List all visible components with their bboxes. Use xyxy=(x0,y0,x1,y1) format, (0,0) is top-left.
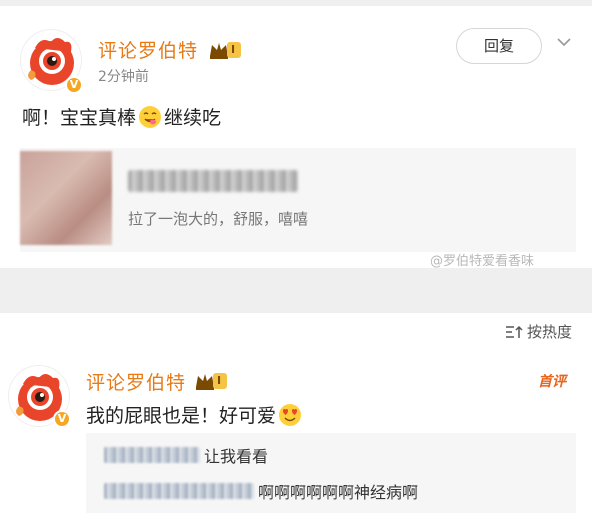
user-level-badge: I xyxy=(208,40,242,60)
sort-by-hot-button[interactable]: 按热度 xyxy=(505,321,572,342)
chevron-down-icon[interactable] xyxy=(556,34,572,50)
level-number: I xyxy=(227,42,242,58)
sub-reply-1-text: 让我看看 xyxy=(204,447,269,466)
quoted-post[interactable]: 拉了一泡大的，舒服，嘻嘻 xyxy=(20,148,576,252)
verified-icon: V xyxy=(53,410,71,428)
quoted-post-text: 拉了一泡大的，舒服，嘻嘻 xyxy=(128,210,309,228)
heart-eyes-emoji-icon xyxy=(279,403,302,426)
blurred-replier xyxy=(104,483,254,499)
blurred-author xyxy=(128,170,298,192)
comment-text-body: 我的屁眼也是！好可爱 xyxy=(86,405,277,427)
sub-replies[interactable]: 让我看看 啊啊啊啊啊啊神经病啊 xyxy=(86,433,576,513)
sub-reply-2-text: 啊啊啊啊啊啊神经病啊 xyxy=(258,483,419,502)
quoted-post-thumbnail xyxy=(20,151,112,245)
comment-card-2: 按热度 V 评论罗伯特 I 首评 我的屁眼也是！好可爱 让我看看 啊啊啊啊啊啊神… xyxy=(0,313,592,522)
sort-icon xyxy=(505,325,523,338)
avatar[interactable]: V xyxy=(8,365,71,428)
username[interactable]: 评论罗伯特 xyxy=(86,368,186,395)
comment-text-part1: 啊！宝宝真棒 xyxy=(22,107,137,129)
comment-text-part2: 继续吃 xyxy=(164,107,222,129)
reply-button[interactable]: 回复 xyxy=(456,28,542,64)
verified-icon: V xyxy=(65,76,83,94)
comment-text: 啊！宝宝真棒 继续吃 xyxy=(22,103,221,130)
comment-text: 我的屁眼也是！好可爱 xyxy=(86,401,304,428)
user-level-badge: I xyxy=(194,371,228,391)
sub-reply-2: 啊啊啊啊啊啊神经病啊 xyxy=(104,479,418,503)
blurred-replier xyxy=(104,447,200,463)
username[interactable]: 评论罗伯特 xyxy=(98,36,198,63)
yummy-emoji-icon xyxy=(139,105,162,128)
first-comment-badge: 首评 xyxy=(538,374,566,390)
sort-label: 按热度 xyxy=(526,323,572,341)
comment-card-1: V 评论罗伯特 I 2分钟前 回复 啊！宝宝真棒 继续吃 拉了一泡大的，舒服，嘻… xyxy=(0,6,592,269)
level-number: I xyxy=(213,373,228,389)
timestamp: 2分钟前 xyxy=(98,69,149,85)
watermark: @罗伯特爱看香味 xyxy=(430,254,535,269)
sub-reply-1: 让我看看 xyxy=(104,443,268,467)
avatar[interactable]: V xyxy=(20,29,83,94)
